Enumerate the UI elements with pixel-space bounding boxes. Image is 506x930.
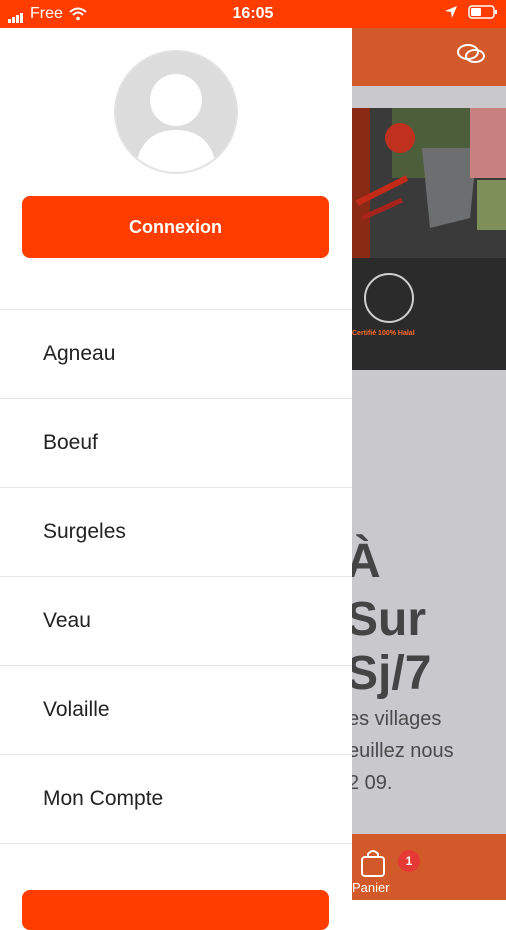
status-time: 16:05 xyxy=(232,5,274,22)
category-menu: Agneau Boeuf Surgeles Veau Volaille Mon … xyxy=(0,309,352,844)
status-right xyxy=(444,5,498,19)
location-arrow-icon xyxy=(445,6,457,18)
menu-item-veau[interactable]: Veau xyxy=(0,577,352,666)
menu-item-mon-compte[interactable]: Mon Compte xyxy=(0,755,352,844)
drawer-bottom-button[interactable] xyxy=(22,890,329,930)
battery-icon xyxy=(468,5,497,19)
banner-image: Certifié 100% Halal xyxy=(352,108,506,370)
halal-certification-text: Certifié 100% Halal xyxy=(352,330,415,337)
headline-line-1: À xyxy=(352,535,381,588)
shopping-bag-icon[interactable] xyxy=(360,848,386,878)
headline-line-3: Sj/7 xyxy=(352,647,432,700)
avatar[interactable] xyxy=(114,50,238,174)
body-line-2: euillez nous xyxy=(352,740,454,762)
user-placeholder-icon xyxy=(134,74,218,172)
background-screen: Certifié 100% Halal À Sur Sj/7 es villag… xyxy=(352,28,506,900)
body-line-1: es villages xyxy=(352,708,442,730)
menu-item-agneau[interactable]: Agneau xyxy=(0,310,352,399)
background-header xyxy=(352,28,506,86)
menu-item-surgeles[interactable]: Surgeles xyxy=(0,488,352,577)
login-button[interactable]: Connexion xyxy=(22,196,329,258)
menu-item-volaille[interactable]: Volaille xyxy=(0,666,352,755)
chat-icon[interactable] xyxy=(456,42,486,68)
cart-tab-label[interactable]: Panier xyxy=(352,880,390,895)
headline-line-2: Sur xyxy=(352,593,427,646)
cart-count-badge: 1 xyxy=(398,850,420,872)
status-bar: Free 16:05 xyxy=(0,0,506,28)
side-drawer: Connexion Agneau Boeuf Surgeles Veau Vol… xyxy=(0,28,352,930)
bottom-tab-bar: 1 Panier xyxy=(352,834,506,900)
halal-logo xyxy=(364,273,414,323)
body-line-3: 2 09. xyxy=(352,772,393,794)
menu-item-boeuf[interactable]: Boeuf xyxy=(0,399,352,488)
